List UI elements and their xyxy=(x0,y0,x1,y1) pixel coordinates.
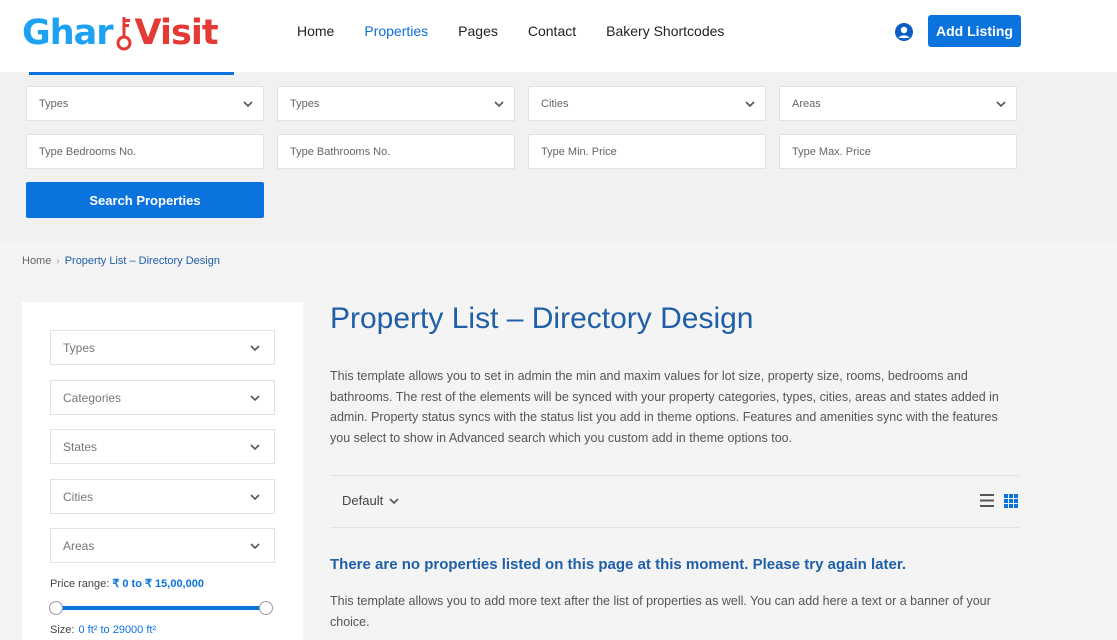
chevron-down-icon xyxy=(250,444,260,451)
chevron-right-icon: › xyxy=(56,255,60,267)
logo-text-ghar: Ghar xyxy=(22,13,114,53)
chevron-down-icon xyxy=(243,101,253,108)
add-listing-button[interactable]: Add Listing xyxy=(928,15,1021,47)
nav-home[interactable]: Home xyxy=(297,23,334,39)
chevron-down-icon xyxy=(250,494,260,501)
search-properties-button[interactable]: Search Properties xyxy=(26,182,264,218)
bedrooms-input[interactable]: Type Bedrooms No. xyxy=(26,134,264,169)
price-slider-min-handle[interactable] xyxy=(49,601,63,615)
price-range-label: Price range: ₹ 0 to ₹ 15,00,000 xyxy=(50,577,204,590)
select-label: Areas xyxy=(792,97,821,110)
filter-types-select[interactable]: Types xyxy=(50,330,275,365)
grid-view-icon[interactable] xyxy=(1004,494,1018,508)
nav-bakery-shortcodes[interactable]: Bakery Shortcodes xyxy=(606,23,724,39)
search-types-select[interactable]: Types xyxy=(26,86,264,121)
list-view-icon[interactable] xyxy=(980,494,994,507)
price-range-text: Price range: xyxy=(50,578,110,590)
intro-text: This template allows you to set in admin… xyxy=(330,369,999,445)
nav-pages[interactable]: Pages xyxy=(458,23,498,39)
nav-contact[interactable]: Contact xyxy=(528,23,576,39)
no-properties-message: There are no properties listed on this p… xyxy=(330,556,906,573)
list-toolbar: Default xyxy=(330,475,1020,528)
filter-areas-select[interactable]: Areas xyxy=(50,528,275,563)
search-types-select-2[interactable]: Types xyxy=(277,86,515,121)
active-nav-underline xyxy=(29,72,234,75)
select-label: Types xyxy=(290,97,320,110)
user-circle-icon[interactable] xyxy=(894,22,914,42)
select-label: Cities xyxy=(541,97,569,110)
max-price-input[interactable]: Type Max. Price xyxy=(779,134,1017,169)
filter-sidebar: Types Categories States Cities Areas Pri… xyxy=(22,302,303,640)
select-label: Cities xyxy=(63,489,94,504)
chevron-down-icon xyxy=(494,101,504,108)
breadcrumb: Home › Property List – Directory Design xyxy=(22,255,220,267)
sort-dropdown[interactable]: Default xyxy=(342,493,399,508)
size-range-value: 0 ft² to 29000 ft² xyxy=(78,624,157,636)
bathrooms-input[interactable]: Type Bathrooms No. xyxy=(277,134,515,169)
chevron-down-icon xyxy=(250,395,260,402)
select-label: Areas xyxy=(63,538,95,553)
breadcrumb-home[interactable]: Home xyxy=(22,255,51,267)
chevron-down-icon xyxy=(389,497,399,504)
size-range-text: Size: xyxy=(50,624,75,636)
nav-properties[interactable]: Properties xyxy=(364,23,428,39)
outro-text: This template allows you to add more tex… xyxy=(330,594,991,629)
site-logo[interactable]: Ghar Visit xyxy=(22,10,219,56)
chevron-down-icon xyxy=(996,101,1006,108)
filter-cities-select[interactable]: Cities xyxy=(50,479,275,514)
select-label: States xyxy=(63,439,98,454)
filter-categories-select[interactable]: Categories xyxy=(50,380,275,415)
filter-states-select[interactable]: States xyxy=(50,429,275,464)
logo-text-visit: Visit xyxy=(134,13,219,53)
chevron-down-icon xyxy=(745,101,755,108)
price-slider-track[interactable] xyxy=(57,606,266,610)
chevron-down-icon xyxy=(250,543,260,550)
site-header: Ghar Visit Home Properties Pages Contact… xyxy=(0,0,1117,72)
chevron-down-icon xyxy=(250,345,260,352)
breadcrumb-current: Property List – Directory Design xyxy=(64,255,220,267)
select-label: Types xyxy=(39,97,69,110)
key-icon xyxy=(114,13,134,53)
main-nav: Home Properties Pages Contact Bakery Sho… xyxy=(282,0,739,62)
select-label: Types xyxy=(63,340,96,355)
search-cities-select[interactable]: Cities xyxy=(528,86,766,121)
sort-label: Default xyxy=(342,493,384,508)
page-title: Property List – Directory Design xyxy=(330,302,754,335)
search-areas-select[interactable]: Areas xyxy=(779,86,1017,121)
price-range-value: ₹ 0 to ₹ 15,00,000 xyxy=(112,578,204,590)
size-range-label: Size: 0 ft² to 29000 ft² xyxy=(50,624,156,636)
min-price-input[interactable]: Type Min. Price xyxy=(528,134,766,169)
price-slider-max-handle[interactable] xyxy=(259,601,273,615)
select-label: Categories xyxy=(63,390,122,405)
